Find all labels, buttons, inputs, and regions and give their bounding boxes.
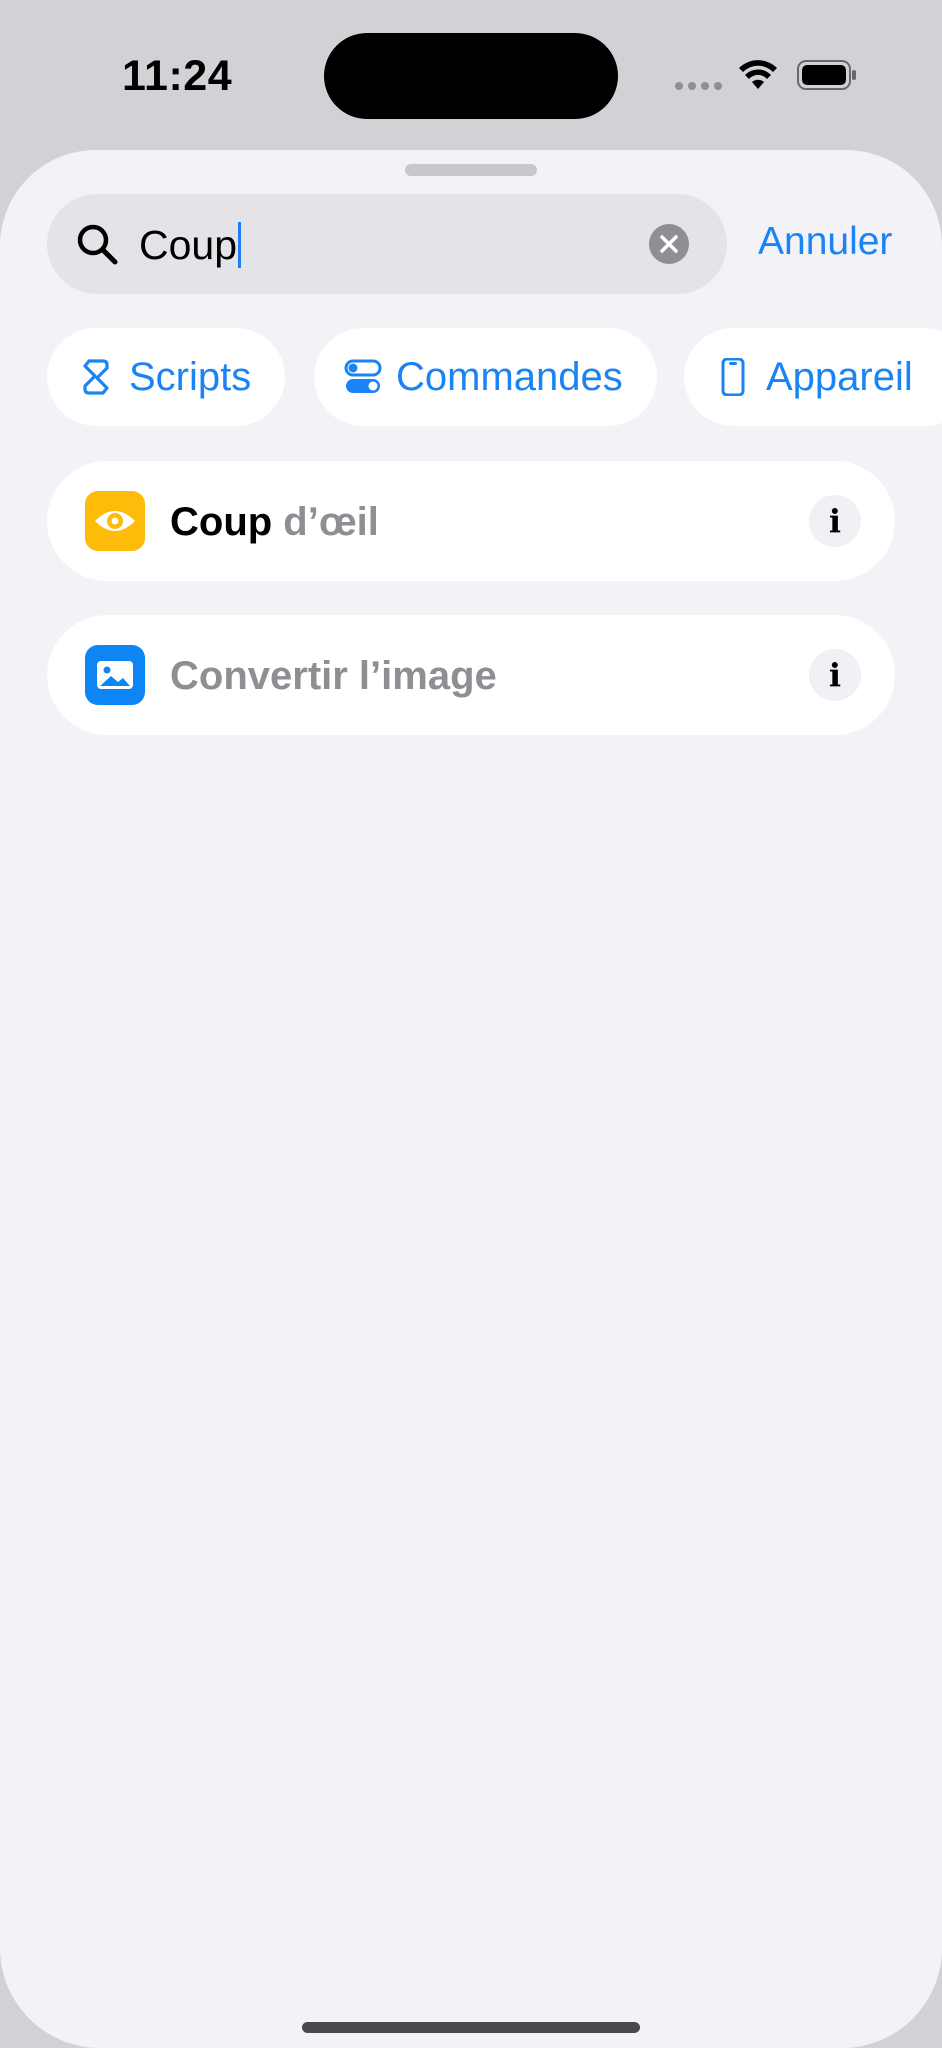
result-title-match: Coup bbox=[170, 500, 273, 544]
search-icon bbox=[77, 224, 118, 265]
chip-appareil-label: Appareil bbox=[766, 354, 913, 399]
iphone-icon bbox=[721, 358, 745, 396]
close-icon bbox=[660, 235, 678, 253]
photo-icon bbox=[85, 645, 145, 705]
eye-icon bbox=[85, 491, 145, 551]
cancel-button[interactable]: Annuler bbox=[758, 220, 892, 264]
text-caret bbox=[238, 222, 242, 268]
result-title: Coup d’œil bbox=[170, 499, 379, 545]
wifi-icon bbox=[739, 60, 777, 89]
clear-search-button[interactable] bbox=[649, 224, 689, 264]
result-row-convertir-image[interactable]: Convertir l’image i bbox=[47, 615, 895, 735]
result-title-rest: Convertir l’image bbox=[170, 654, 497, 698]
status-time: 11:24 bbox=[122, 52, 233, 100]
home-indicator[interactable] bbox=[302, 2022, 640, 2033]
scripts-icon bbox=[83, 359, 109, 395]
chip-commandes-label: Commandes bbox=[396, 354, 623, 399]
result-title-rest: d’œil bbox=[272, 500, 379, 544]
chip-commandes[interactable]: Commandes bbox=[314, 328, 657, 426]
search-sheet: Coup Annuler Scripts Commandes Appareil bbox=[0, 150, 942, 2048]
battery-icon bbox=[797, 60, 856, 90]
search-query-text: Coup bbox=[139, 222, 238, 268]
search-query[interactable]: Coup bbox=[139, 222, 242, 268]
search-input[interactable]: Coup bbox=[47, 194, 727, 294]
signal-dots-icon bbox=[675, 82, 722, 90]
result-row-coup-doeil[interactable]: Coup d’œil i bbox=[47, 461, 895, 581]
chip-scripts-label: Scripts bbox=[129, 354, 252, 399]
toggles-icon bbox=[344, 359, 382, 393]
dynamic-island bbox=[324, 33, 618, 119]
chip-appareil[interactable]: Appareil bbox=[684, 328, 942, 426]
result-title: Convertir l’image bbox=[170, 653, 497, 699]
sheet-grabber[interactable] bbox=[405, 164, 537, 176]
chip-scripts[interactable]: Scripts bbox=[47, 328, 285, 426]
status-bar: 11:24 bbox=[0, 0, 942, 150]
info-button[interactable]: i bbox=[809, 649, 861, 701]
info-button[interactable]: i bbox=[809, 495, 861, 547]
